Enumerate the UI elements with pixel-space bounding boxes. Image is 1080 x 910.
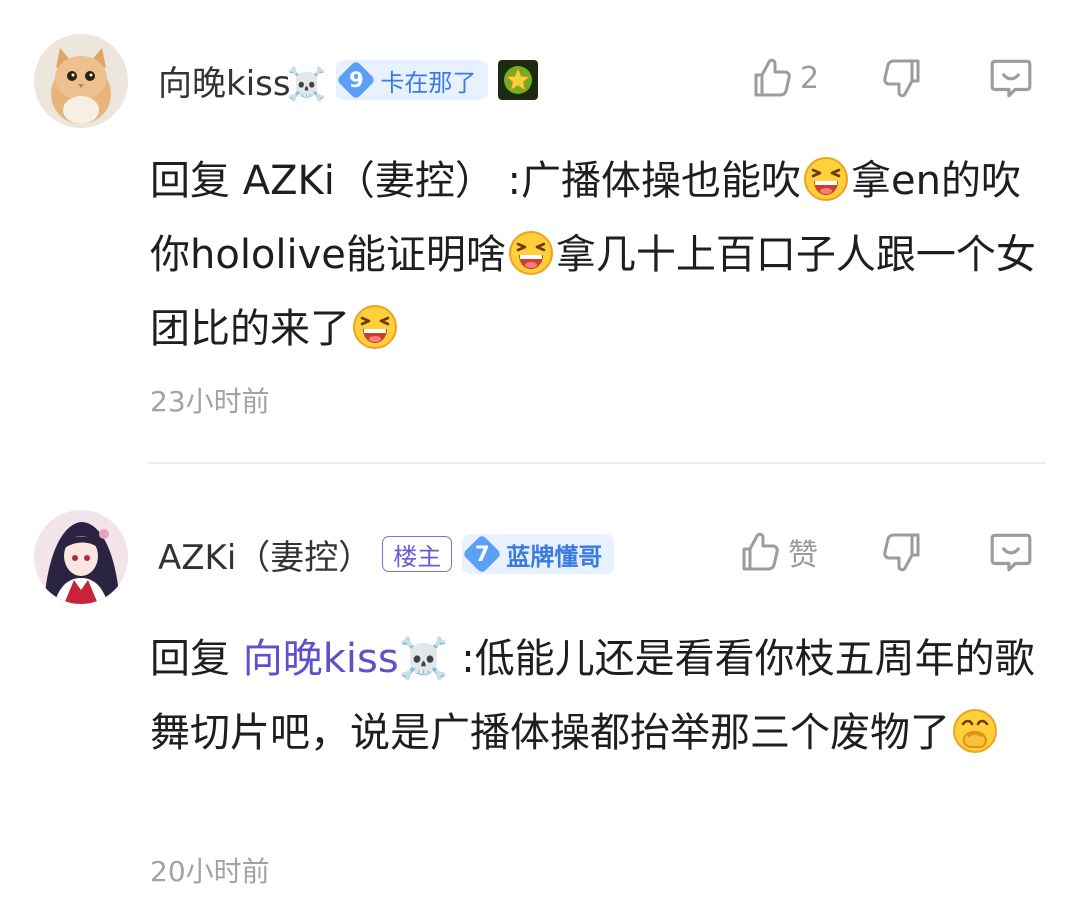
dislike-button[interactable] (880, 56, 924, 100)
comment-bubble-icon (988, 529, 1034, 575)
level-badge: 7 蓝牌懂哥 (462, 534, 615, 574)
like-button[interactable]: 赞 (738, 530, 818, 574)
avatar[interactable] (34, 510, 128, 604)
thumbs-down-icon (880, 56, 924, 100)
avatar[interactable] (34, 34, 128, 128)
grinning-squint-emoji (508, 230, 554, 276)
comment-timestamp: 20小时前 (150, 855, 270, 888)
grinning-squint-emoji (803, 156, 849, 202)
comment-bubble-icon (988, 55, 1034, 101)
dislike-button[interactable] (880, 530, 924, 574)
comment-body[interactable]: 回复 向晚kiss☠️ :低能儿还是看看你枝五周年的歌舞切片吧，说是广播体操都抬… (150, 622, 1050, 770)
grinning-squint-emoji (352, 304, 398, 350)
comment-timestamp: 23小时前 (150, 385, 270, 418)
hand-over-mouth-emoji (952, 708, 998, 754)
like-label: 赞 (788, 538, 818, 573)
comment-body[interactable]: 回复 AZKi（妻控） :广播体操也能吹 拿en的吹你hololive能证明啥 拿几… (150, 144, 1050, 366)
level-badge: 9 卡在那了 (336, 60, 489, 100)
author-row: AZKi（妻控） 楼主 7 蓝牌懂哥 (158, 530, 615, 579)
username[interactable]: AZKi（妻控） (158, 530, 372, 579)
author-row: 向晚kiss☠️ 9 卡在那了 (158, 56, 539, 105)
comment-item-1: 向晚kiss☠️ 9 卡在那了 2 回复 AZKi（妻控） :广播体操也能吹 拿e… (0, 0, 1080, 464)
comment-item-2: AZKi（妻控） 楼主 7 蓝牌懂哥 赞 回复 向晚kiss☠️ :低能儿还是看… (0, 464, 1080, 910)
thumbs-down-icon (880, 530, 924, 574)
level-number: 7 (462, 534, 502, 574)
op-badge: 楼主 (382, 536, 453, 572)
like-button[interactable]: 2 (750, 56, 819, 100)
reply-button[interactable] (988, 529, 1034, 575)
username[interactable]: 向晚kiss☠️ (158, 56, 326, 105)
reply-target-link[interactable]: 向晚kiss☠️ (243, 636, 449, 682)
like-count: 2 (800, 60, 820, 96)
reply-button[interactable] (988, 55, 1034, 101)
thumbs-up-icon (750, 56, 794, 100)
medal-icon (498, 60, 539, 100)
level-title: 蓝牌懂哥 (506, 542, 603, 571)
level-number: 9 (336, 60, 376, 100)
reply-target: AZKi（妻控） (242, 158, 495, 204)
thumbs-up-icon (738, 530, 782, 574)
level-title: 卡在那了 (380, 68, 477, 97)
